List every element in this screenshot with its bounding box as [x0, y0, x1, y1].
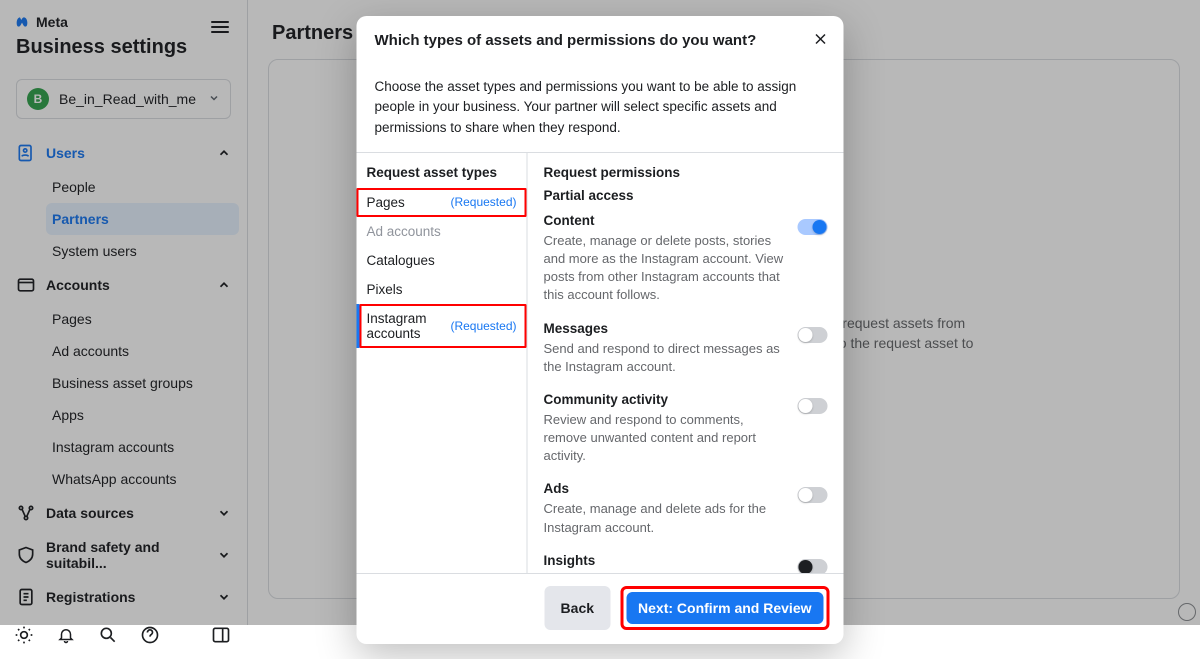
permission-description: Review and respond to comments, remove u…	[544, 411, 828, 466]
modal-overlay: Which types of assets and permissions do…	[0, 0, 1200, 625]
asset-types-list: Request asset types Pages (Requested) Ad a…	[357, 153, 528, 573]
modal-description: Choose the asset types and permissions y…	[357, 63, 844, 152]
requested-badge: (Requested)	[450, 195, 516, 209]
settings-icon[interactable]	[14, 625, 34, 645]
asset-label: Pixels	[367, 282, 403, 297]
search-icon[interactable]	[98, 625, 118, 645]
permission-toggle[interactable]	[798, 559, 828, 573]
permissions-panel: Request permissions Partial access Conte…	[528, 153, 844, 573]
notifications-icon[interactable]	[56, 625, 76, 645]
permission-toggle[interactable]	[798, 327, 828, 343]
close-icon[interactable]	[812, 30, 830, 51]
modal-title: Which types of assets and permissions do…	[375, 32, 826, 49]
permission-toggle[interactable]	[798, 487, 828, 503]
requested-badge: (Requested)	[450, 319, 516, 333]
panel-toggle-icon[interactable]	[211, 625, 231, 645]
permissions-subheading: Partial access	[544, 188, 828, 203]
asset-type-pixels[interactable]: Pixels	[357, 275, 527, 304]
asset-label: Pages	[367, 195, 405, 210]
permission-description: Send and respond to direct messages as t…	[544, 340, 828, 376]
permission-messages: Messages Send and respond to direct mess…	[544, 321, 828, 376]
permission-toggle[interactable]	[798, 398, 828, 414]
asset-label: Instagram accounts	[367, 311, 451, 341]
permission-name: Content	[544, 213, 828, 228]
permission-insights: Insights See how the Instagram account, …	[544, 553, 828, 573]
permission-ads: Ads Create, manage and delete ads for th…	[544, 481, 828, 536]
asset-type-catalogues[interactable]: Catalogues	[357, 246, 527, 275]
asset-types-heading: Request asset types	[357, 165, 527, 188]
asset-type-instagram-accounts[interactable]: Instagram accounts(Requested)	[357, 304, 527, 348]
asset-permissions-modal: Which types of assets and permissions do…	[357, 16, 844, 644]
permission-name: Insights	[544, 553, 828, 568]
permission-toggle[interactable]	[798, 219, 828, 235]
asset-type-pages[interactable]: Pages (Requested)	[357, 188, 527, 217]
permission-description: Create, manage or delete posts, stories …	[544, 232, 828, 305]
permission-name: Messages	[544, 321, 828, 336]
permission-content: Content Create, manage or delete posts, …	[544, 213, 828, 305]
asset-label: Ad accounts	[367, 224, 441, 239]
asset-type-ad-accounts: Ad accounts	[357, 217, 527, 246]
next-button-highlight: Next: Confirm and Review	[620, 586, 829, 630]
permission-name: Ads	[544, 481, 828, 496]
permission-community-activity: Community activity Review and respond to…	[544, 392, 828, 466]
help-icon[interactable]	[140, 625, 160, 645]
back-button[interactable]: Back	[545, 586, 610, 630]
permission-description: Create, manage and delete ads for the In…	[544, 500, 828, 536]
next-confirm-button[interactable]: Next: Confirm and Review	[626, 592, 823, 624]
permissions-heading: Request permissions	[544, 165, 828, 180]
permission-name: Community activity	[544, 392, 828, 407]
asset-label: Catalogues	[367, 253, 435, 268]
permission-description: See how the Instagram account, content a…	[544, 572, 828, 573]
